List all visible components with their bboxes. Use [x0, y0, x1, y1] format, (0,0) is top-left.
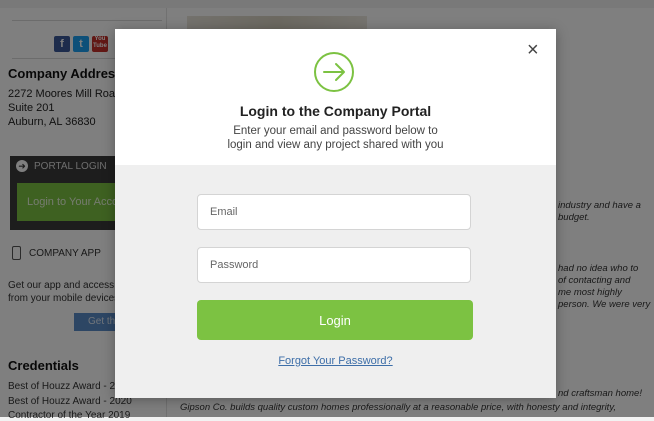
login-modal: × Login to the Company Portal Enter your… — [115, 29, 556, 398]
forgot-password-link[interactable]: Forgot Your Password? — [115, 355, 556, 367]
modal-title: Login to the Company Portal — [239, 103, 432, 119]
login-button[interactable]: Login — [197, 300, 473, 340]
modal-subtitle-line: login and view any project shared with y… — [227, 139, 444, 151]
password-field[interactable] — [197, 247, 471, 283]
circle-arrow-right-icon — [314, 52, 354, 92]
modal-subtitle-line: Enter your email and password below to — [233, 125, 438, 137]
close-icon[interactable]: × — [527, 40, 539, 60]
email-field[interactable] — [197, 194, 471, 230]
